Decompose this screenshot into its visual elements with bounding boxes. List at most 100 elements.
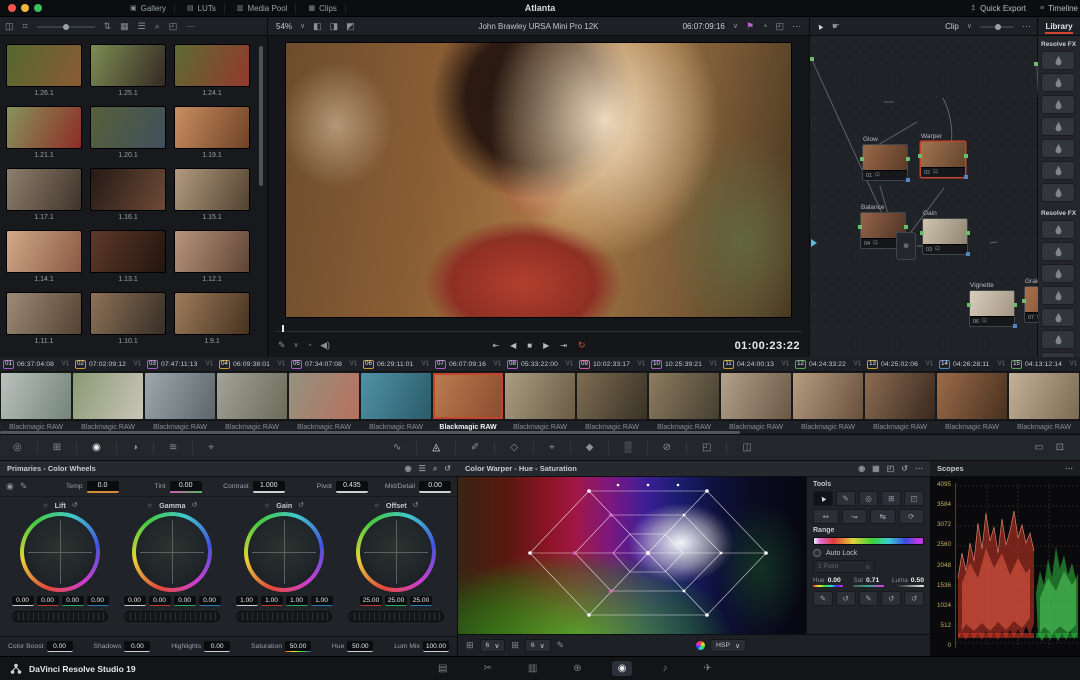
still-thumbnail[interactable] [90,168,166,211]
master-wheel[interactable] [12,611,108,622]
gallery-still[interactable]: 1.14.1 [6,230,90,283]
node-key-port[interactable] [1013,324,1017,328]
fx-effect-button[interactable] [1041,220,1075,239]
reset-icon[interactable]: ↺ [72,502,78,509]
close-window-button[interactable] [8,4,16,12]
auto-lock-toggle[interactable] [813,549,821,557]
page-button[interactable]: ✈ [697,661,717,676]
motion-effects-icon[interactable]: ⌖ [208,443,214,453]
warper-expand-icon[interactable]: ◰ [887,465,895,473]
footer-value[interactable]: 0.00 [204,641,230,652]
timeline-clip[interactable]: 09 10:02:33:17 V1 Blackmagic RAW [576,357,648,433]
master-wheel[interactable] [236,611,332,622]
sort-icon[interactable]: ⇅ [104,22,112,31]
tracker-icon[interactable]: ⌖ [549,443,555,453]
info-panel-icon[interactable]: ⊡ [1056,443,1064,453]
reset-icon[interactable]: ↺ [191,502,197,509]
gallery-still[interactable]: 1.21.1 [6,106,90,159]
search-icon[interactable]: ⌕ [155,22,160,31]
grade-node[interactable]: Warper 02 ⊡ [920,133,966,178]
warp-mode-c-button[interactable]: ↹ [870,509,896,524]
page-button[interactable]: ▤ [432,661,453,676]
grid-h-select[interactable]: 6∨ [480,639,506,652]
wheel-value[interactable]: 0.00 [199,596,221,606]
top-tab[interactable]: ▦ Clips [300,3,345,14]
transform-tool-button[interactable]: ⊞ [881,491,901,506]
zoom-window-button[interactable] [34,4,42,12]
node-output-port[interactable] [1013,303,1017,307]
wheel-value[interactable]: 0.00 [174,596,196,606]
node-input-port[interactable] [860,157,864,161]
fx-effect-button[interactable] [1041,264,1075,283]
clip-thumbnail[interactable] [865,373,935,419]
wheel-value[interactable]: 0.00 [62,596,84,606]
more-icon[interactable]: ⋯ [1065,465,1073,473]
gallery-still[interactable]: 1.26.1 [6,44,90,97]
clip-thumbnail[interactable] [505,373,575,419]
clip-thumbnail[interactable] [1009,373,1079,419]
wheel-value[interactable]: 1.00 [261,596,283,606]
loop-button[interactable]: ↻ [578,341,586,350]
annotate-pen-icon[interactable]: ✎ [278,341,286,350]
expand-icon[interactable]: ◰ [169,22,178,31]
warper-field[interactable]: Hue 0.00 [813,577,841,584]
jump-to-last-frame-button[interactable]: ⇥ [560,342,567,350]
clip-thumbnail[interactable] [361,373,431,419]
master-wheel[interactable] [124,611,220,622]
wheel-value[interactable]: 25.00 [410,596,432,606]
timeline-clip[interactable]: 05 07:34:07:08 V1 Blackmagic RAW [288,357,360,433]
fx-effect-button[interactable] [1041,73,1075,92]
master-wheel[interactable] [348,611,444,622]
gallery-zoom-slider[interactable] [37,26,95,28]
clip-thumbnail[interactable] [649,373,719,419]
jump-to-first-frame-button[interactable]: ⇤ [492,342,499,350]
gallery-still[interactable]: 1.15.1 [174,168,258,221]
wheels-mode-icon[interactable]: ◉ [405,465,412,473]
adjust-value[interactable]: 0.0 [87,481,119,493]
node-input-port[interactable] [918,154,922,158]
pin-tool-button[interactable]: ◎ [859,491,879,506]
timeline-clip[interactable]: 11 04:24:00:13 V1 Blackmagic RAW [720,357,792,433]
still-thumbnail[interactable] [6,106,82,149]
timeline-clip[interactable]: 04 06:09:38:01 V1 Blackmagic RAW [216,357,288,433]
fullscreen-icon[interactable]: ◰ [775,22,784,31]
clip-thumbnail[interactable] [73,373,143,419]
wheel-adjust-icon[interactable]: ☼ [264,502,270,509]
draw-hue-button[interactable]: ✎ [813,591,833,606]
hdr-wheels-icon[interactable]: ◑ [132,443,138,453]
draw-sat-button[interactable]: ✎ [859,591,879,606]
highlight-icon[interactable]: ◔ [762,22,767,31]
warp-mode-b-button[interactable]: ↝ [842,509,868,524]
node-output-port[interactable] [906,157,910,161]
flag-icon[interactable]: ⚑ [746,22,754,31]
top-tab[interactable]: ▣ Gallery [122,3,175,14]
gallery-still[interactable]: 1.17.1 [6,168,90,221]
fx-effect-button[interactable] [1041,330,1075,349]
sizing-icon[interactable]: ◰ [702,443,711,453]
color-wheels-icon[interactable]: ◉ [92,443,101,453]
warper-grid-icon[interactable]: ▦ [872,465,880,473]
wheel-value[interactable]: 0.00 [87,596,109,606]
reset-hue-button[interactable]: ↺ [836,591,856,606]
warper-field[interactable]: Luma 0.50 [892,577,924,584]
key-icon[interactable]: ⊘ [663,443,671,453]
timeline-clip[interactable]: 10 10:25:39:21 V1 Blackmagic RAW [648,357,720,433]
top-tab[interactable]: ▤ LUTs [179,3,225,14]
still-thumbnail[interactable] [90,106,166,149]
minimize-window-button[interactable] [21,4,29,12]
wheel-adjust-icon[interactable]: ☼ [373,502,379,509]
footer-value[interactable]: 0.00 [124,641,150,652]
still-thumbnail[interactable] [6,230,82,273]
grade-node[interactable]: Vignette 06 ⊡ [969,282,1015,327]
node-output-port[interactable] [904,225,908,229]
qualifier-icon[interactable]: ✐ [471,443,479,453]
clip-thumbnail[interactable] [217,373,287,419]
magic-mask-icon[interactable]: ◆ [586,443,594,453]
still-thumbnail[interactable] [174,44,250,87]
clip-thumbnail[interactable] [289,373,359,419]
wheel-value[interactable]: 1.00 [236,596,258,606]
still-thumbnail[interactable] [6,168,82,211]
wheel-value[interactable]: 0.00 [124,596,146,606]
footer-value[interactable]: 0.00 [47,641,73,652]
still-thumbnail[interactable] [174,168,250,211]
